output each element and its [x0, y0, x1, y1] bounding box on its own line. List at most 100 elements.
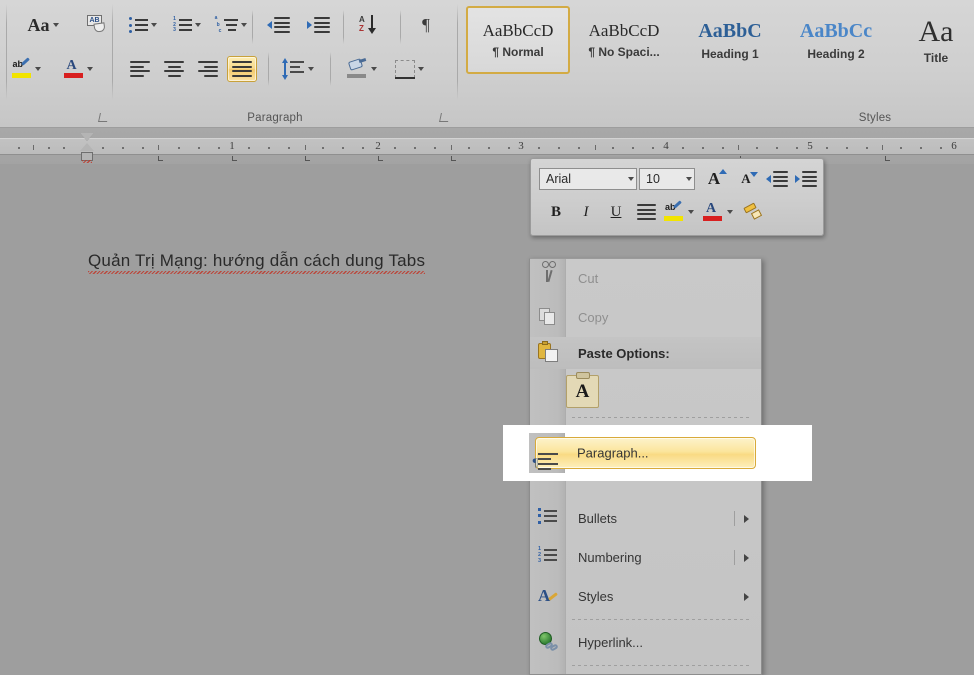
- menu-item-numbering[interactable]: 123 Numbering: [530, 538, 761, 577]
- style-item-no-spacing[interactable]: AaBbCcD ¶ No Spaci...: [572, 6, 676, 74]
- format-painter-button[interactable]: [739, 199, 765, 225]
- style-item-normal[interactable]: AaBbCcD ¶ Normal: [466, 6, 570, 74]
- style-preview: Aa: [918, 15, 954, 48]
- style-item-title[interactable]: Aa Title: [890, 6, 974, 74]
- font-color-button[interactable]: A: [56, 56, 100, 82]
- underline-button[interactable]: U: [603, 199, 629, 225]
- menu-item-label: Hyperlink...: [578, 635, 644, 650]
- style-label: ¶ Normal: [492, 45, 544, 59]
- chevron-down-icon: [86, 67, 93, 71]
- decrease-indent-button[interactable]: [262, 12, 294, 38]
- style-item-heading-1[interactable]: AaBbC Heading 1: [678, 6, 782, 74]
- left-indent-marker[interactable]: [81, 152, 93, 163]
- sort-a-label: A: [359, 15, 365, 24]
- style-preview: AaBbCcD: [482, 21, 554, 40]
- paragraph-group-label: Paragraph: [247, 112, 303, 124]
- font-name-combobox[interactable]: Arial: [539, 168, 637, 190]
- tab-stop-marker[interactable]: [232, 156, 237, 161]
- numbering-icon: 123: [538, 546, 560, 569]
- increase-indent-button[interactable]: [793, 166, 819, 192]
- menu-item-hyperlink[interactable]: Hyperlink...: [530, 623, 761, 662]
- shrink-font-icon: A: [741, 171, 758, 187]
- menu-item-label: Bullets: [578, 511, 618, 526]
- line-spacing-button[interactable]: [278, 56, 318, 82]
- sort-button[interactable]: A Z: [352, 10, 386, 40]
- highlight-color-dropdown[interactable]: [685, 210, 694, 214]
- text-highlight-color-icon: ab: [664, 200, 683, 222]
- justify-button[interactable]: [227, 56, 257, 82]
- tab-stop-marker[interactable]: [158, 156, 163, 161]
- menu-item-paragraph[interactable]: ¶ Paragraph...: [529, 433, 762, 473]
- group-divider: [6, 4, 7, 100]
- first-line-indent-marker[interactable]: [80, 133, 94, 141]
- menu-item-copy[interactable]: Copy: [530, 298, 761, 337]
- change-case-button[interactable]: Aa: [20, 12, 66, 38]
- menu-item-look-up[interactable]: Look Up: [530, 669, 761, 674]
- justify-button[interactable]: [633, 199, 659, 225]
- increase-indent-button[interactable]: [302, 12, 334, 38]
- chevron-down-icon: [307, 67, 314, 71]
- font-dialog-launcher[interactable]: [97, 111, 109, 123]
- shading-button[interactable]: [340, 56, 382, 82]
- font-size-value: 10: [646, 172, 660, 186]
- font-color-button[interactable]: A: [702, 199, 722, 225]
- menu-item-bullets[interactable]: Bullets: [530, 499, 761, 538]
- style-label: Title: [923, 51, 949, 65]
- clear-formatting-button[interactable]: AB: [80, 12, 114, 38]
- menu-item-label: Copy: [578, 310, 609, 325]
- align-left-button[interactable]: [125, 56, 155, 82]
- bold-icon: B: [550, 203, 561, 220]
- align-center-icon: [164, 61, 184, 77]
- show-formatting-marks-button[interactable]: ¶: [412, 12, 440, 38]
- ruler[interactable]: 1 2 3 4 5 6: [0, 128, 974, 164]
- font-size-combobox[interactable]: 10: [639, 168, 695, 190]
- justify-icon: [232, 61, 252, 77]
- submenu-arrow-icon: [744, 553, 749, 562]
- chevron-down-icon: [727, 210, 733, 214]
- paragraph-dialog-launcher[interactable]: [438, 111, 450, 123]
- horizontal-ruler[interactable]: 1 2 3 4 5 6: [0, 138, 974, 155]
- align-center-button[interactable]: [159, 56, 189, 82]
- text-highlight-color-button[interactable]: ab: [663, 199, 683, 225]
- menu-item-styles[interactable]: A Styles: [530, 577, 761, 616]
- multilevel-list-button[interactable]: abc: [213, 12, 249, 38]
- format-painter-icon: [742, 202, 763, 221]
- font-name-value: Arial: [546, 172, 572, 186]
- submenu-divider: [734, 511, 735, 526]
- decrease-indent-button[interactable]: [764, 166, 790, 192]
- word-window: Aa AB ab A 1 2 3 a b c A Z ¶ Paragraph A…: [0, 0, 974, 675]
- mini-format-toolbar[interactable]: Arial 10 A A B I U ab A: [530, 158, 824, 236]
- style-item-heading-2[interactable]: AaBbCc Heading 2: [784, 6, 888, 74]
- menu-item-label: Styles: [578, 589, 614, 604]
- document-canvas[interactable]: Quản Trị Mạng: hướng dẫn cách dung Tabs: [0, 164, 974, 675]
- submenu-divider: [734, 550, 735, 565]
- bullets-button[interactable]: [125, 12, 161, 38]
- tab-stop-marker[interactable]: [885, 156, 890, 161]
- tab-stop-marker[interactable]: [451, 156, 456, 161]
- paste-keep-text-only-button[interactable]: A: [566, 372, 599, 408]
- align-right-button[interactable]: [193, 56, 223, 82]
- paste-option-glyph: A: [575, 380, 590, 402]
- tab-stop-marker[interactable]: [378, 156, 383, 161]
- shrink-font-button[interactable]: A: [733, 166, 759, 192]
- style-label: Heading 2: [807, 46, 865, 61]
- document-paragraph[interactable]: Quản Trị Mạng: hướng dẫn cách dung Tabs: [88, 251, 426, 274]
- numbering-button[interactable]: 123: [169, 12, 205, 38]
- tab-stop-marker[interactable]: [305, 156, 310, 161]
- styles-group-label: Styles: [858, 112, 892, 124]
- pilcrow-icon: ¶: [422, 15, 430, 34]
- hanging-indent-marker[interactable]: [80, 143, 94, 151]
- borders-button[interactable]: [388, 56, 430, 82]
- clear-formatting-icon: AB: [86, 15, 108, 35]
- menu-item-cut[interactable]: Cut: [530, 259, 761, 298]
- text-highlight-color-button[interactable]: ab: [4, 56, 48, 82]
- align-right-icon: [198, 61, 218, 77]
- bold-button[interactable]: B: [543, 199, 569, 225]
- indent-markers[interactable]: [80, 133, 94, 163]
- font-color-dropdown[interactable]: [724, 210, 733, 214]
- chevron-down-icon: [628, 177, 634, 181]
- ruler-number: 5: [807, 140, 813, 152]
- chevron-down-icon: [194, 23, 201, 27]
- italic-button[interactable]: I: [573, 199, 599, 225]
- grow-font-button[interactable]: A: [701, 166, 728, 192]
